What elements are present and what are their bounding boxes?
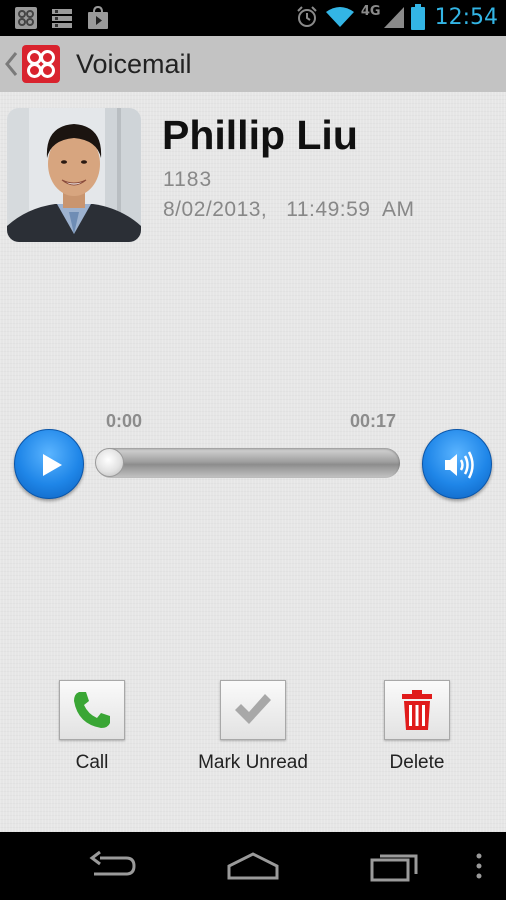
duration-time: 00:17 [350, 411, 397, 431]
action-bar: Voicemail [0, 36, 506, 92]
battery-icon [410, 4, 425, 30]
speaker-volume-icon [445, 451, 474, 479]
alarm-icon [297, 6, 317, 27]
mark-unread-label: Mark Unread [198, 752, 308, 773]
status-time: 12:54 [434, 4, 498, 30]
phone-icon [74, 692, 110, 728]
overflow-menu-icon[interactable] [474, 850, 484, 882]
contact-name: Phillip Liu [162, 112, 358, 158]
delete-button[interactable] [384, 680, 450, 740]
call-label: Call [75, 752, 109, 773]
delete-label: Delete [389, 752, 445, 773]
page-title: Voicemail [76, 49, 192, 79]
signal-icon [383, 7, 404, 28]
voicemail-detail: Phillip Liu 1183 8/02/2013, 11:49:59 AM … [0, 92, 506, 832]
store-bag-icon [88, 6, 108, 29]
wifi-icon [325, 7, 354, 27]
list-icon [52, 9, 72, 28]
mark-unread-action[interactable]: Mark Unread [173, 680, 333, 774]
contact-photo [7, 108, 141, 242]
contact-extension: 1183 [163, 168, 213, 191]
contact-avatar [7, 108, 141, 242]
app-grid-icon [15, 7, 37, 29]
status-bar: 4G 12:54 [0, 0, 506, 36]
back-caret-icon[interactable] [4, 50, 18, 78]
elapsed-time: 0:00 [106, 411, 143, 431]
system-nav-bar [0, 832, 506, 900]
speaker-button[interactable] [422, 429, 492, 499]
trash-icon [402, 690, 432, 730]
call-action[interactable]: Call [12, 680, 172, 774]
mark-unread-button[interactable] [220, 680, 286, 740]
app-logo[interactable] [22, 45, 60, 83]
playback-seek-thumb[interactable] [95, 448, 124, 477]
voicemail-datetime: 8/02/2013, 11:49:59 AM [163, 198, 415, 221]
delete-action[interactable]: Delete [337, 680, 497, 774]
play-button[interactable] [14, 429, 84, 499]
playback-seek-track[interactable] [96, 448, 400, 478]
app-logo-icon [27, 50, 55, 78]
call-button[interactable] [59, 680, 125, 740]
checkmark-icon [235, 694, 271, 724]
back-nav-icon[interactable] [86, 850, 138, 882]
recent-apps-nav-icon[interactable] [370, 850, 420, 882]
network-type: 4G [360, 3, 381, 19]
play-icon [43, 454, 62, 476]
home-nav-icon[interactable] [226, 850, 280, 882]
